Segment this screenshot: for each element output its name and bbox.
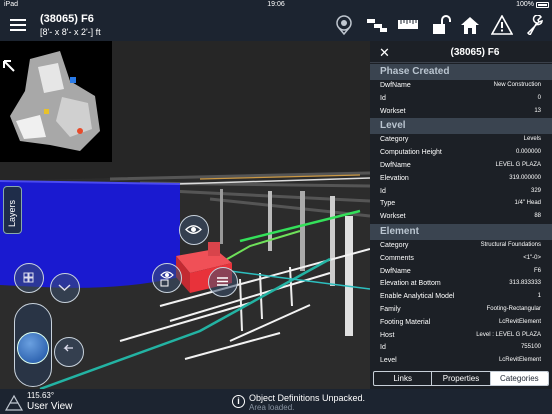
minimap[interactable] bbox=[0, 41, 112, 162]
layers-down-button[interactable] bbox=[50, 273, 80, 303]
status-bar: iPad 19:06 100% bbox=[0, 0, 552, 10]
view-object-button[interactable] bbox=[179, 215, 209, 245]
property-row: Host Level : LEVEL G PLAZA bbox=[380, 331, 541, 339]
list-icon bbox=[217, 277, 228, 286]
property-row: Moves With Grids1 bbox=[370, 368, 552, 369]
property-row: Computation Height 0.000000 bbox=[380, 149, 541, 157]
isolate-eye-icon bbox=[160, 271, 174, 287]
settings-wrench-icon[interactable] bbox=[524, 15, 546, 35]
section-header: Element bbox=[370, 223, 552, 240]
property-row: DwfName New Construction bbox=[380, 82, 541, 89]
layers-label: Layers bbox=[7, 199, 17, 227]
panel-header: ✕ (38065) F6 bbox=[370, 41, 552, 63]
tab-categories[interactable]: Categories bbox=[490, 372, 548, 385]
menu-button[interactable] bbox=[10, 17, 26, 33]
status-message: Object Definitions Unpacked. bbox=[249, 393, 366, 403]
layers-tab[interactable]: Layers bbox=[3, 186, 22, 234]
home-icon[interactable] bbox=[459, 15, 481, 35]
info-icon[interactable]: i bbox=[232, 395, 245, 408]
clock: 19:06 bbox=[267, 1, 285, 8]
property-row: Comments <1"-0> bbox=[380, 254, 541, 262]
property-row: DwfName LEVEL G PLAZA bbox=[380, 161, 541, 169]
property-row: Elevation 319.000000 bbox=[380, 174, 541, 182]
view-mode-label[interactable]: User View bbox=[27, 401, 72, 412]
unlock-icon[interactable] bbox=[429, 15, 451, 35]
battery-percent: 100% bbox=[516, 1, 534, 8]
property-row: Workset 13 bbox=[380, 107, 541, 115]
grid-icon bbox=[23, 272, 34, 283]
property-row: Category Levels bbox=[380, 136, 541, 144]
section-header: Level bbox=[370, 118, 552, 135]
section-header: Phase Created bbox=[370, 64, 552, 80]
location-pin-icon[interactable] bbox=[333, 15, 355, 35]
return-arrow-icon bbox=[63, 344, 73, 352]
warning-icon[interactable] bbox=[491, 15, 513, 35]
status-submessage: Area loaded. bbox=[249, 403, 295, 412]
navigation-joystick[interactable] bbox=[14, 303, 52, 387]
panel-tabs: Links Properties Categories bbox=[373, 371, 549, 386]
element-dimensions: [8'- x 8'- x 2'-] ft bbox=[40, 27, 101, 37]
close-icon[interactable]: ✕ bbox=[379, 46, 390, 59]
view-angle: 115.63° bbox=[27, 391, 55, 400]
joystick-knob[interactable] bbox=[17, 332, 49, 364]
property-row: Id 0 bbox=[380, 94, 541, 102]
properties-panel: ✕ (38065) F6 Phase Created DwfName New Co… bbox=[370, 41, 552, 389]
property-row: Workset 88 bbox=[380, 213, 541, 221]
measure-ruler-icon[interactable] bbox=[397, 15, 419, 35]
eye-icon bbox=[185, 225, 202, 234]
property-row: Level LcRevitElement bbox=[380, 357, 541, 365]
isolate-object-button[interactable] bbox=[152, 263, 182, 293]
camera-orientation-icon[interactable] bbox=[4, 392, 24, 412]
property-row: Family Footing-Rectangular bbox=[380, 305, 541, 313]
property-row: DwfName F6 bbox=[380, 267, 541, 275]
panel-title: (38065) F6 bbox=[450, 47, 500, 58]
property-row: Id 755100 bbox=[380, 344, 541, 352]
property-row: Footing Material LcRevitElement bbox=[380, 318, 541, 326]
tab-links[interactable]: Links bbox=[374, 372, 433, 385]
model-viewport[interactable]: Layers bbox=[0, 41, 370, 389]
properties-list[interactable]: Phase Created DwfName New Construction Id… bbox=[370, 64, 552, 369]
property-row: Category Structural Foundations bbox=[380, 241, 541, 249]
page-title: (38065) F6 bbox=[40, 13, 94, 25]
property-row: Type 1/4" Head bbox=[380, 200, 541, 208]
battery-icon bbox=[536, 2, 549, 8]
tab-properties[interactable]: Properties bbox=[432, 372, 491, 385]
walk-back-button[interactable] bbox=[54, 337, 84, 367]
property-row: Enable Analytical Model 1 bbox=[380, 293, 541, 301]
bottom-status-bar: 115.63° User View i Object Definitions U… bbox=[0, 389, 552, 414]
top-toolbar: (38065) F6 [8'- x 8'- x 2'-] ft bbox=[0, 10, 552, 41]
property-row: Id 329 bbox=[380, 187, 541, 195]
grid-view-button[interactable] bbox=[14, 263, 44, 293]
minimap-arrow-icon[interactable] bbox=[2, 47, 20, 65]
property-row: Elevation at Bottom 313.833333 bbox=[380, 280, 541, 288]
object-properties-button[interactable] bbox=[208, 267, 238, 297]
chevron-down-icon bbox=[58, 284, 71, 292]
section-box-icon[interactable] bbox=[366, 15, 388, 35]
